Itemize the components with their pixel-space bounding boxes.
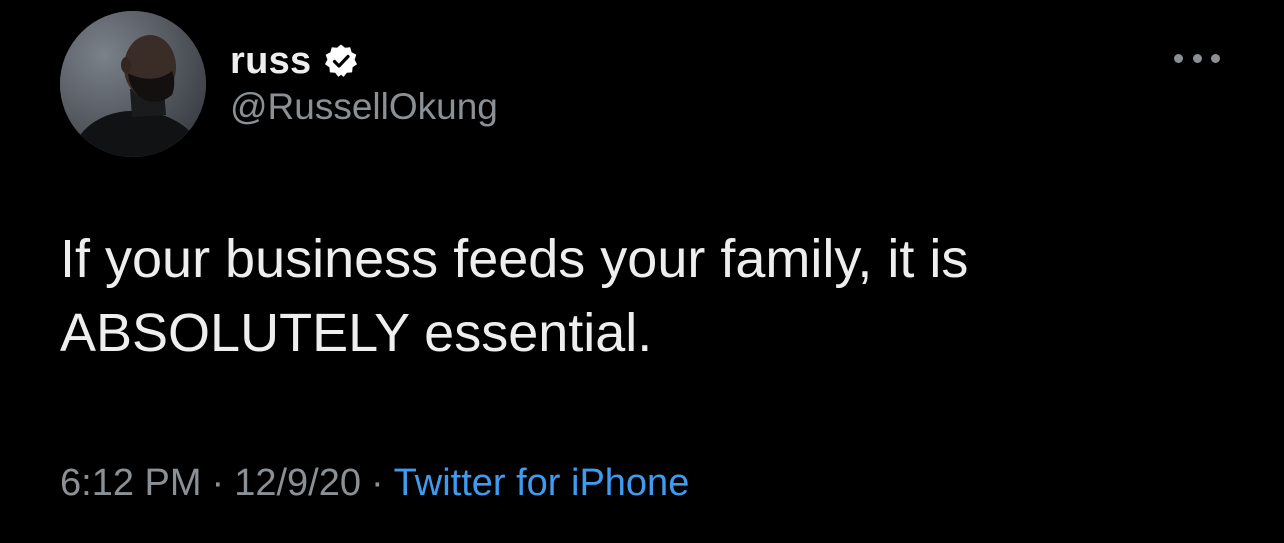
more-dot bbox=[1192, 53, 1202, 63]
more-dot bbox=[1211, 53, 1220, 63]
tweet-source-link[interactable]: Twitter for iPhone bbox=[394, 462, 690, 504]
meta-separator: · bbox=[370, 462, 384, 504]
meta-separator: · bbox=[211, 462, 225, 504]
display-name[interactable]: russ bbox=[230, 40, 311, 83]
verified-badge-icon bbox=[323, 43, 359, 79]
tweet-metadata: 6:12 PM · 12/9/20 · Twitter for iPhone bbox=[60, 462, 689, 505]
tweet-time[interactable]: 6:12 PM bbox=[60, 462, 202, 504]
more-horizontal-icon[interactable] bbox=[1174, 50, 1220, 66]
tweet-date[interactable]: 12/9/20 bbox=[234, 462, 361, 504]
avatar-image bbox=[60, 11, 206, 157]
tweet-text: If your business feeds your family, it i… bbox=[60, 229, 969, 363]
user-handle[interactable]: @RussellOkung bbox=[230, 86, 498, 128]
name-row: russ bbox=[230, 36, 359, 86]
tweet-card: russ @RussellOkung If your business feed… bbox=[0, 0, 1284, 543]
avatar[interactable] bbox=[60, 11, 206, 157]
more-dot bbox=[1174, 53, 1183, 63]
